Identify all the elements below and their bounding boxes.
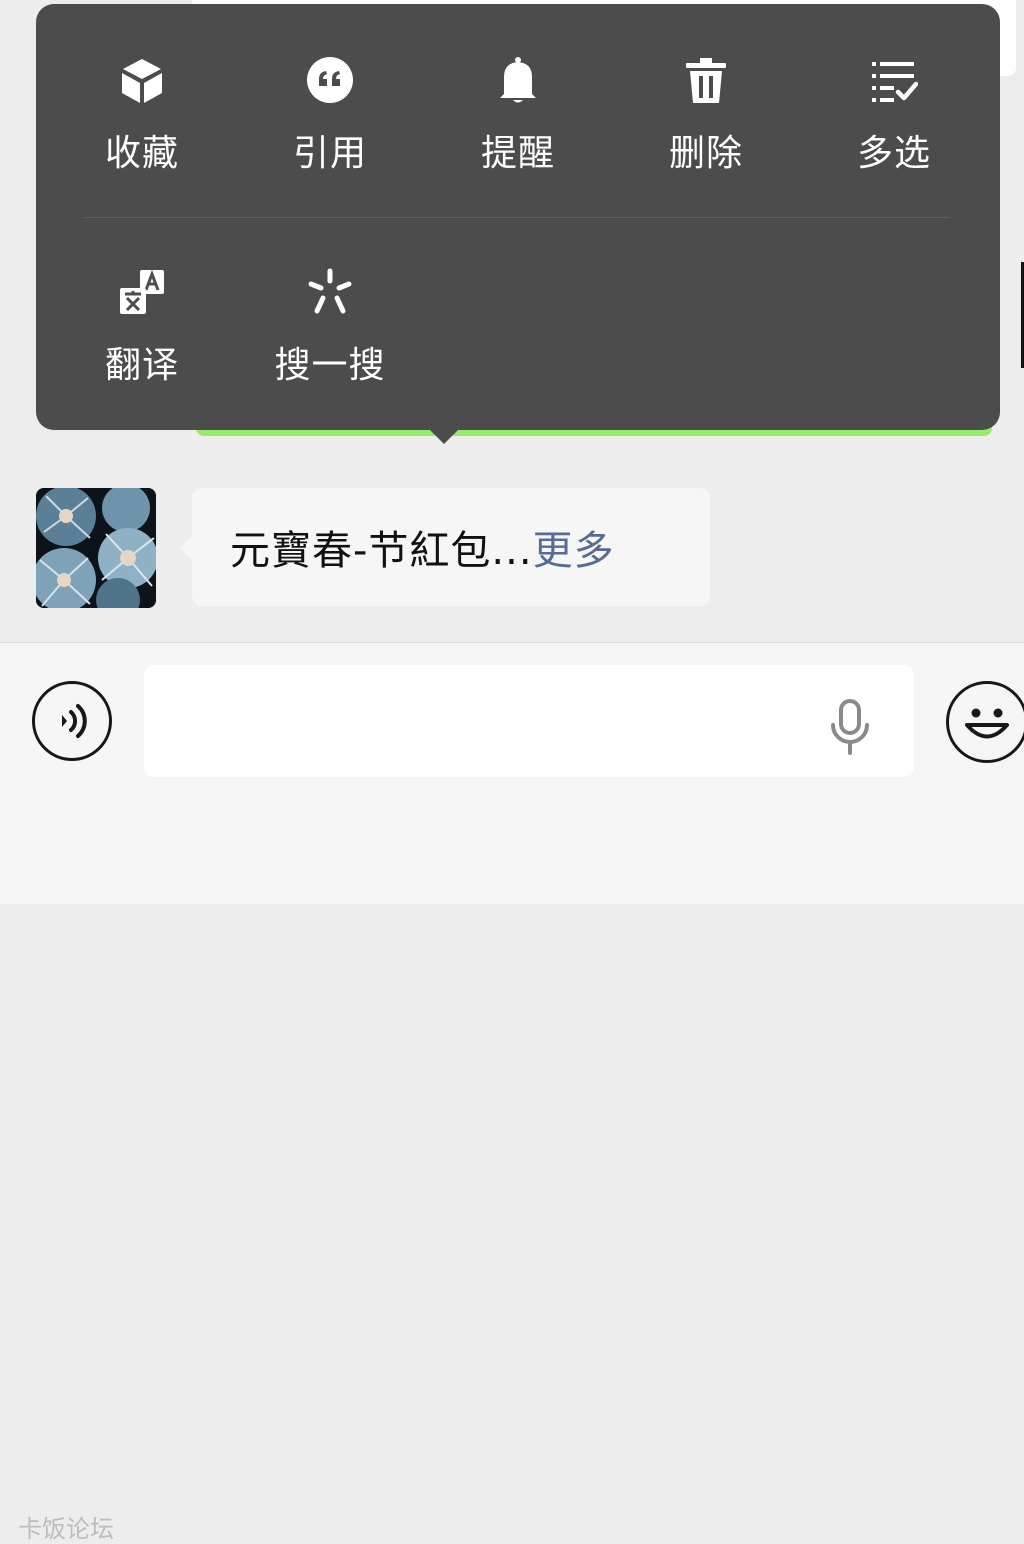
menu-label-search: 搜一搜 bbox=[274, 345, 386, 386]
input-bar: 卡饭论坛 bbox=[0, 642, 1024, 1543]
multi-select-icon bbox=[872, 62, 918, 102]
menu-label-remind: 提醒 bbox=[480, 133, 555, 174]
incoming-message-row: 元寶春-节紅包... 更多 bbox=[0, 486, 1024, 608]
menu-item-quote[interactable]: 引用 bbox=[236, 56, 424, 186]
menu-item-search[interactable]: 搜一搜 bbox=[236, 268, 424, 398]
menu-label-translate: 翻译 bbox=[104, 345, 179, 386]
menu-label-quote: 引用 bbox=[292, 133, 367, 174]
more-link[interactable]: 更多 bbox=[533, 518, 615, 576]
microphone-icon bbox=[831, 699, 869, 755]
message-text: 元寶春-节紅包... bbox=[230, 528, 533, 574]
avatar-image bbox=[36, 488, 156, 608]
emoji-icon bbox=[965, 708, 1009, 739]
menu-label-favorite: 收藏 bbox=[104, 133, 179, 174]
menu-item-remind[interactable]: 提醒 bbox=[424, 56, 612, 186]
message-input[interactable] bbox=[144, 665, 914, 777]
context-menu-pointer bbox=[426, 426, 462, 444]
menu-item-favorite[interactable]: 收藏 bbox=[48, 56, 236, 186]
voice-mode-icon bbox=[62, 704, 87, 738]
translate-icon bbox=[120, 269, 164, 314]
menu-label-delete: 删除 bbox=[668, 133, 743, 174]
voice-mode-button[interactable] bbox=[32, 681, 112, 761]
trash-icon bbox=[686, 58, 726, 103]
search-sparkle-icon bbox=[308, 268, 352, 314]
menu-item-multi-select[interactable]: 多选 bbox=[800, 56, 988, 186]
watermark: 卡饭论坛 bbox=[18, 1515, 114, 1543]
menu-item-delete[interactable]: 删除 bbox=[612, 56, 800, 186]
menu-divider bbox=[84, 217, 950, 218]
bell-icon bbox=[500, 57, 536, 103]
message-context-menu: 收藏 引用 提醒 删除 多选 翻译 搜一搜 bbox=[36, 4, 1000, 430]
microphone-button[interactable] bbox=[826, 699, 874, 755]
cube-icon bbox=[122, 59, 162, 103]
avatar[interactable] bbox=[36, 488, 156, 608]
menu-label-multi-select: 多选 bbox=[856, 133, 931, 174]
emoji-button[interactable] bbox=[946, 681, 1024, 763]
message-bubble[interactable]: 元寶春-节紅包... 更多 bbox=[180, 488, 710, 606]
menu-item-translate[interactable]: 翻译 bbox=[48, 268, 236, 398]
quote-icon bbox=[307, 57, 353, 103]
